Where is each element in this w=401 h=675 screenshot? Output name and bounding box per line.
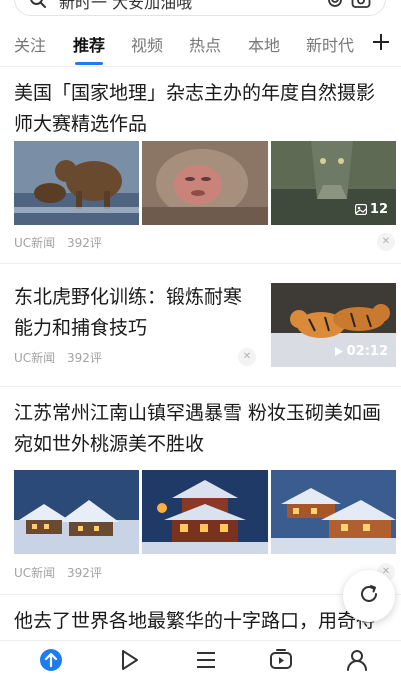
article-image-bears[interactable]	[14, 141, 139, 225]
nav-profile-icon[interactable]	[344, 647, 370, 673]
article-image-village[interactable]	[271, 470, 396, 554]
tabs-divider	[0, 66, 401, 67]
article-title[interactable]: 美国「国家地理」杂志主办的年度自然摄影师大赛精选作品	[14, 78, 386, 140]
nav-menu-icon[interactable]	[193, 647, 219, 673]
article-comments: 392评	[67, 351, 102, 365]
tab-video[interactable]: 视频	[131, 32, 163, 56]
article-video-thumbnail[interactable]: 02:12	[271, 283, 396, 367]
tab-hot[interactable]: 热点	[189, 32, 221, 56]
article-title[interactable]: 东北虎野化训练：锻炼耐寒能力和捕食技巧	[14, 282, 252, 344]
microphone-icon[interactable]	[327, 0, 343, 13]
tab-follow[interactable]: 关注	[14, 32, 46, 56]
play-icon	[334, 346, 344, 357]
channel-tabs: 关注 推荐 视频 热点 本地 新时代	[0, 24, 401, 66]
search-bar[interactable]: 新时一 大安加油哦	[14, 0, 386, 16]
nav-video-icon[interactable]	[116, 647, 142, 673]
article-source: UC新闻	[14, 351, 56, 365]
article-meta: UC新闻 392评	[14, 564, 110, 581]
gallery-icon	[354, 204, 367, 215]
article-image-snow-town[interactable]	[14, 470, 139, 554]
image-count-badge: 12	[354, 202, 388, 217]
dislike-close-icon[interactable]: ✕	[377, 233, 395, 251]
video-duration: 02:12	[346, 344, 388, 359]
tab-local[interactable]: 本地	[248, 32, 280, 56]
article-image-pagoda[interactable]	[142, 470, 268, 554]
tab-recommend[interactable]: 推荐	[73, 32, 105, 56]
article-title[interactable]: 江苏常州江南山镇罕遇暴雪 粉妆玉砌美如画宛如世外桃源美不胜收	[14, 398, 386, 460]
camera-icon[interactable]	[351, 0, 371, 13]
tab-new-era[interactable]: 新时代	[306, 32, 354, 56]
article-source: UC新闻	[14, 566, 56, 580]
article-image-crocodile[interactable]: 12	[271, 141, 396, 225]
dislike-close-icon[interactable]: ✕	[238, 348, 256, 366]
add-channel-icon[interactable]	[371, 32, 391, 56]
active-tab-indicator	[75, 62, 103, 65]
article-title[interactable]: 他去了世界各地最繁华的十字路口，用奇待的角度去观察每座城市的特色	[14, 606, 386, 640]
refresh-button[interactable]	[343, 570, 395, 622]
article-comments: 392评	[67, 236, 102, 250]
article-divider	[0, 386, 401, 387]
article-item[interactable]: 美国「国家地理」杂志主办的年度自然摄影师大赛精选作品 12 UC新闻 392评 …	[0, 78, 401, 258]
search-input[interactable]: 新时一 大安加油哦	[59, 0, 192, 13]
article-divider	[0, 594, 401, 595]
article-image-monkey[interactable]	[142, 141, 268, 225]
article-meta: UC新闻 392评	[14, 234, 110, 251]
article-meta: UC新闻 392评	[14, 349, 110, 366]
nav-home-icon[interactable]	[38, 647, 64, 673]
search-icon	[29, 0, 47, 13]
image-count: 12	[369, 202, 388, 217]
article-source: UC新闻	[14, 236, 56, 250]
nav-short-video-icon[interactable]	[268, 647, 294, 673]
article-item[interactable]: 他去了世界各地最繁华的十字路口，用奇待的角度去观察每座城市的特色	[0, 606, 401, 640]
article-item[interactable]: 江苏常州江南山镇罕遇暴雪 粉妆玉砌美如画宛如世外桃源美不胜收 UC新闻 392评…	[0, 398, 401, 588]
refresh-icon	[357, 582, 381, 610]
bottom-nav	[0, 640, 401, 675]
video-duration-badge: 02:12	[334, 344, 388, 359]
article-comments: 392评	[67, 566, 102, 580]
article-item[interactable]: 东北虎野化训练：锻炼耐寒能力和捕食技巧 UC新闻 392评 ✕ 02:12	[0, 264, 401, 384]
